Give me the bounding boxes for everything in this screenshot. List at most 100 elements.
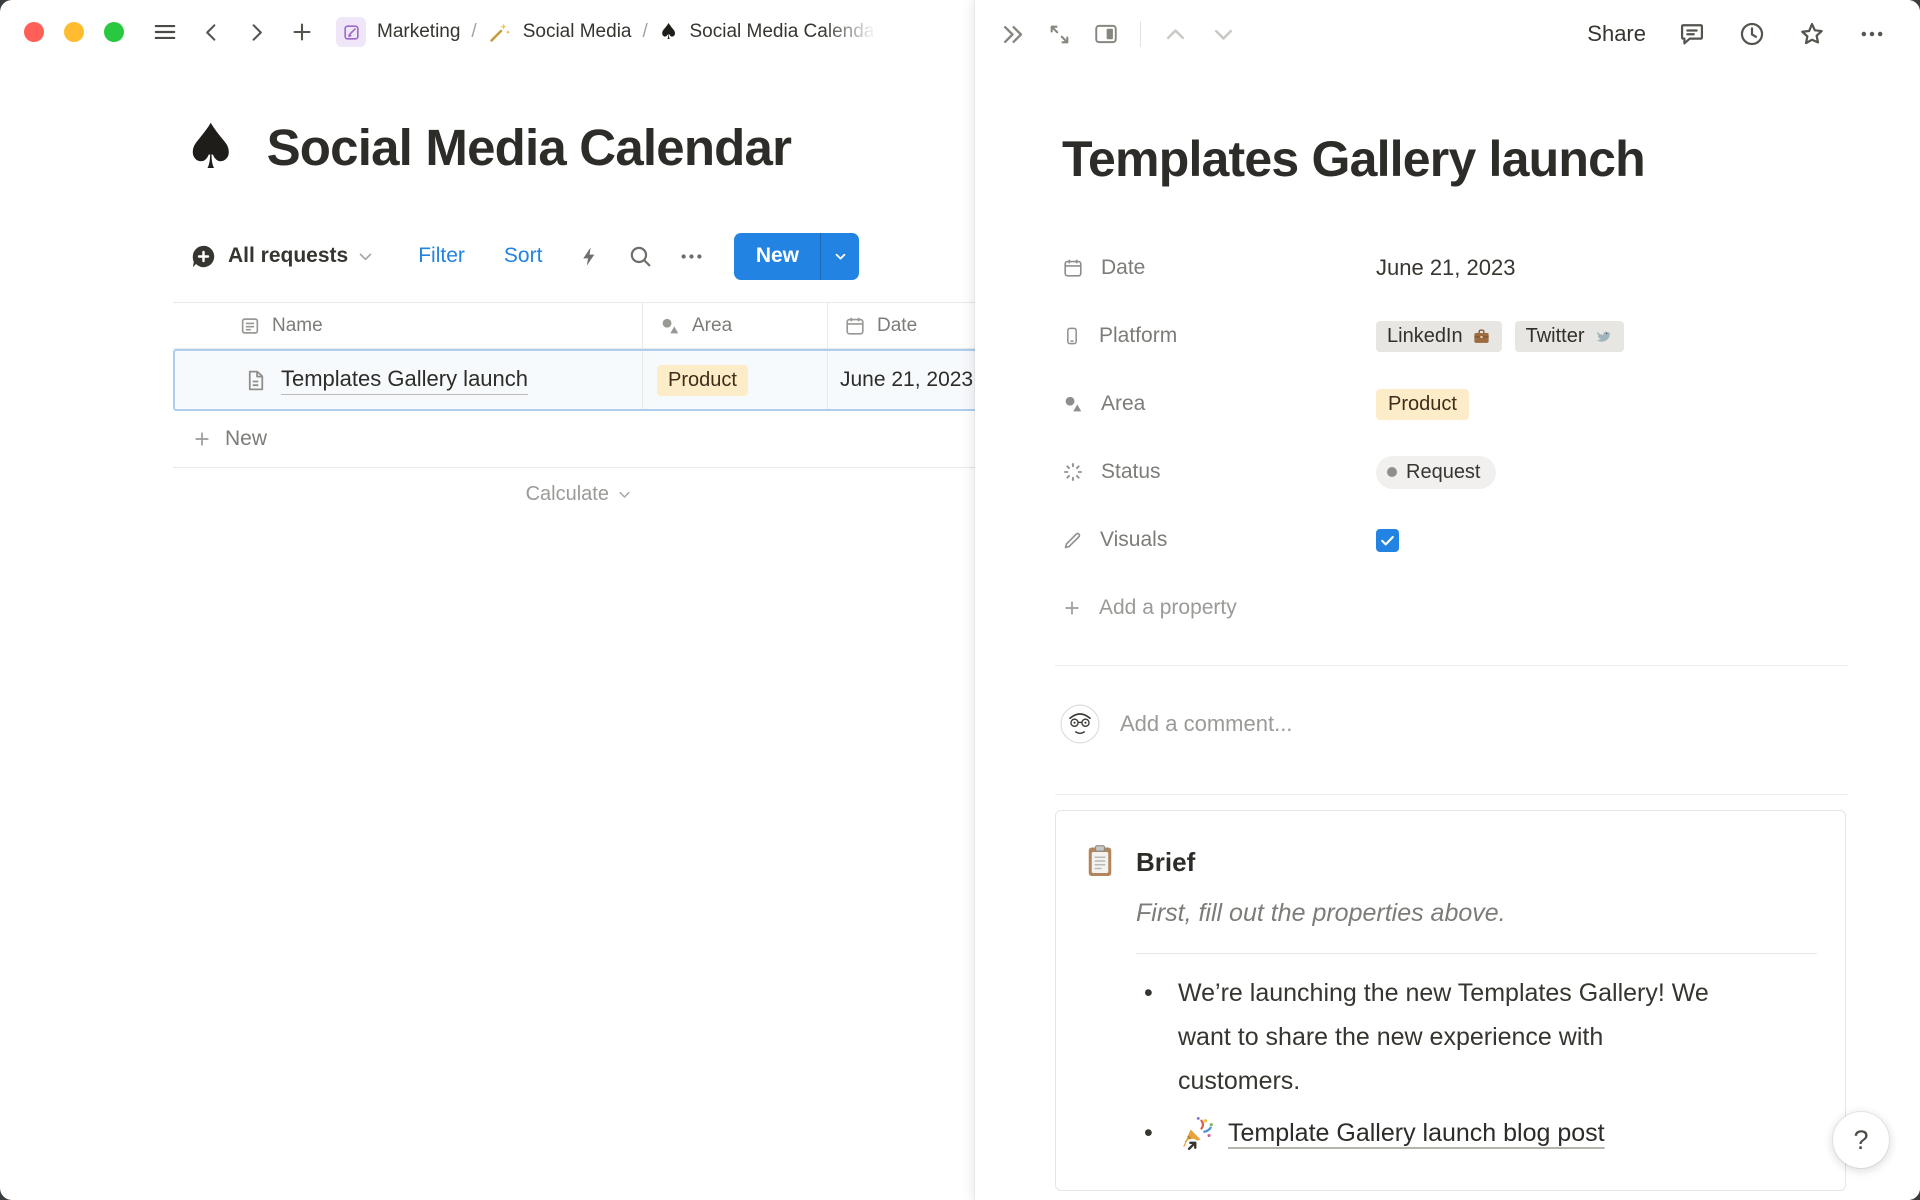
view-tab-all-requests[interactable]: All requests bbox=[228, 244, 348, 268]
bird-icon bbox=[1594, 327, 1613, 346]
property-row-area[interactable]: Area Product bbox=[1062, 370, 1852, 438]
new-button-label[interactable]: New bbox=[734, 233, 820, 280]
calculate-row[interactable]: Calculate bbox=[173, 468, 642, 520]
add-comment-input[interactable]: Add a comment... bbox=[1120, 711, 1292, 737]
briefcase-icon bbox=[1472, 327, 1491, 346]
area-tag-product[interactable]: Product bbox=[1376, 389, 1469, 420]
property-row-visuals[interactable]: Visuals bbox=[1062, 506, 1852, 574]
status-spinner-icon bbox=[1062, 461, 1084, 483]
table-row[interactable]: Templates Gallery launch Product June 21… bbox=[173, 349, 1000, 411]
row-name-cell[interactable]: Templates Gallery launch bbox=[175, 351, 642, 409]
breadcrumb-separator: / bbox=[471, 21, 476, 43]
add-property-button[interactable]: Add a property bbox=[1062, 574, 1852, 642]
user-avatar bbox=[1060, 704, 1100, 744]
pencil-icon bbox=[1062, 530, 1083, 551]
toolbar-divider bbox=[1140, 21, 1141, 47]
property-row-date[interactable]: Date June 21, 2023 bbox=[1062, 234, 1852, 302]
help-button[interactable]: ? bbox=[1833, 1112, 1889, 1168]
area-tag[interactable]: Product bbox=[657, 365, 748, 396]
comment-row[interactable]: Add a comment... bbox=[1060, 704, 1292, 744]
breadcrumb: Marketing / Social Media / ♠ Social Medi… bbox=[336, 17, 880, 47]
share-button[interactable]: Share bbox=[1587, 21, 1646, 47]
page-spade-icon[interactable]: ♠ bbox=[183, 116, 239, 178]
new-button[interactable]: New bbox=[734, 233, 859, 280]
callout-title: Brief bbox=[1136, 847, 1195, 878]
marketing-teamspace-icon[interactable] bbox=[336, 17, 366, 47]
page-header: ♠ Social Media Calendar bbox=[183, 116, 791, 178]
column-header-name[interactable]: Name bbox=[173, 303, 642, 348]
close-window-button[interactable] bbox=[24, 22, 44, 42]
property-list: Date June 21, 2023 Platform LinkedIn Twi… bbox=[1062, 234, 1852, 642]
property-value-date[interactable]: June 21, 2023 bbox=[1376, 255, 1515, 281]
column-header-area[interactable]: Area bbox=[642, 303, 827, 348]
plus-icon bbox=[192, 429, 212, 449]
previous-page-icon[interactable] bbox=[1162, 21, 1189, 48]
property-row-status[interactable]: Status Request bbox=[1062, 438, 1852, 506]
bullet-item: • We’re launching the new Templates Gall… bbox=[1136, 971, 1709, 1103]
favorite-star-icon[interactable] bbox=[1798, 20, 1826, 48]
minimize-window-button[interactable] bbox=[64, 22, 84, 42]
row-title[interactable]: Templates Gallery launch bbox=[281, 366, 528, 395]
breadcrumb-item-social-media[interactable]: Social Media bbox=[523, 21, 632, 43]
property-row-platform[interactable]: Platform LinkedIn Twitter bbox=[1062, 302, 1852, 370]
table-new-row-button[interactable]: New bbox=[173, 411, 1000, 468]
status-dot bbox=[1387, 467, 1397, 477]
callout-divider bbox=[1136, 953, 1817, 954]
zoom-window-button[interactable] bbox=[104, 22, 124, 42]
spade-icon: ♠ bbox=[659, 20, 679, 45]
magic-wand-icon bbox=[488, 20, 512, 44]
sort-button[interactable]: Sort bbox=[504, 244, 543, 268]
table-header-row: Name Area Date bbox=[173, 302, 1000, 349]
platform-tag-twitter[interactable]: Twitter bbox=[1515, 321, 1624, 352]
property-label: Area bbox=[1101, 392, 1145, 416]
new-button-chevron-icon[interactable] bbox=[821, 233, 859, 280]
top-bar: Marketing / Social Media / ♠ Social Medi… bbox=[0, 0, 975, 64]
comments-icon[interactable] bbox=[1678, 20, 1706, 48]
row-date-cell[interactable]: June 21, 2023 bbox=[827, 351, 998, 409]
peek-toolbar: Share bbox=[975, 0, 1920, 68]
select-property-icon bbox=[659, 315, 681, 337]
status-tag-request[interactable]: Request bbox=[1376, 456, 1496, 489]
search-icon[interactable] bbox=[628, 244, 653, 269]
property-label: Status bbox=[1101, 460, 1161, 484]
automations-bolt-icon[interactable] bbox=[578, 245, 601, 268]
visuals-checkbox-checked[interactable] bbox=[1376, 529, 1399, 552]
property-label: Date bbox=[1101, 256, 1145, 280]
breadcrumb-item-marketing[interactable]: Marketing bbox=[377, 21, 460, 43]
bullet-item-link: • Template Gallery launch blog post bbox=[1136, 1111, 1605, 1155]
forward-icon[interactable] bbox=[245, 21, 268, 44]
view-toolbar: All requests Filter Sort New bbox=[190, 232, 859, 280]
sidebar-menu-icon[interactable] bbox=[152, 19, 178, 45]
filter-button[interactable]: Filter bbox=[418, 244, 465, 268]
back-icon[interactable] bbox=[200, 21, 223, 44]
next-page-icon[interactable] bbox=[1210, 21, 1237, 48]
row-area-cell[interactable]: Product bbox=[642, 351, 827, 409]
chevron-down-icon[interactable] bbox=[357, 248, 374, 265]
party-popper-link-icon bbox=[1178, 1114, 1216, 1152]
bullet-text: We’re launching the new Templates Galler… bbox=[1178, 971, 1709, 1103]
section-divider bbox=[1055, 665, 1848, 666]
subpage-link[interactable]: Template Gallery launch blog post bbox=[1228, 1119, 1605, 1148]
side-peek-mode-icon[interactable] bbox=[1093, 21, 1119, 47]
breadcrumb-separator: / bbox=[642, 21, 647, 43]
requests-view-icon bbox=[190, 243, 217, 270]
expand-page-icon[interactable] bbox=[1047, 22, 1072, 47]
peek-page-title[interactable]: Templates Gallery launch bbox=[1062, 130, 1645, 188]
breadcrumb-item-social-media-calendar[interactable]: Social Media Calendar bbox=[690, 21, 880, 43]
select-property-icon bbox=[1062, 393, 1084, 415]
calendar-icon bbox=[844, 315, 866, 337]
title-property-icon bbox=[239, 315, 261, 337]
platform-tag-linkedin[interactable]: LinkedIn bbox=[1376, 321, 1502, 352]
updates-clock-icon[interactable] bbox=[1738, 20, 1766, 48]
page-title[interactable]: Social Media Calendar bbox=[267, 118, 792, 177]
plus-icon bbox=[1062, 598, 1082, 618]
new-tab-icon[interactable] bbox=[290, 20, 314, 44]
calendar-icon bbox=[1062, 257, 1084, 279]
property-label: Visuals bbox=[1100, 528, 1167, 552]
brief-callout: Brief First, fill out the properties abo… bbox=[1055, 810, 1846, 1191]
section-divider bbox=[1055, 794, 1848, 795]
close-peek-icon[interactable] bbox=[999, 21, 1026, 48]
page-more-options-icon[interactable] bbox=[1858, 20, 1886, 48]
more-options-icon[interactable] bbox=[678, 243, 705, 270]
database-table: Name Area Date Templates Gallery launch … bbox=[173, 302, 1000, 520]
